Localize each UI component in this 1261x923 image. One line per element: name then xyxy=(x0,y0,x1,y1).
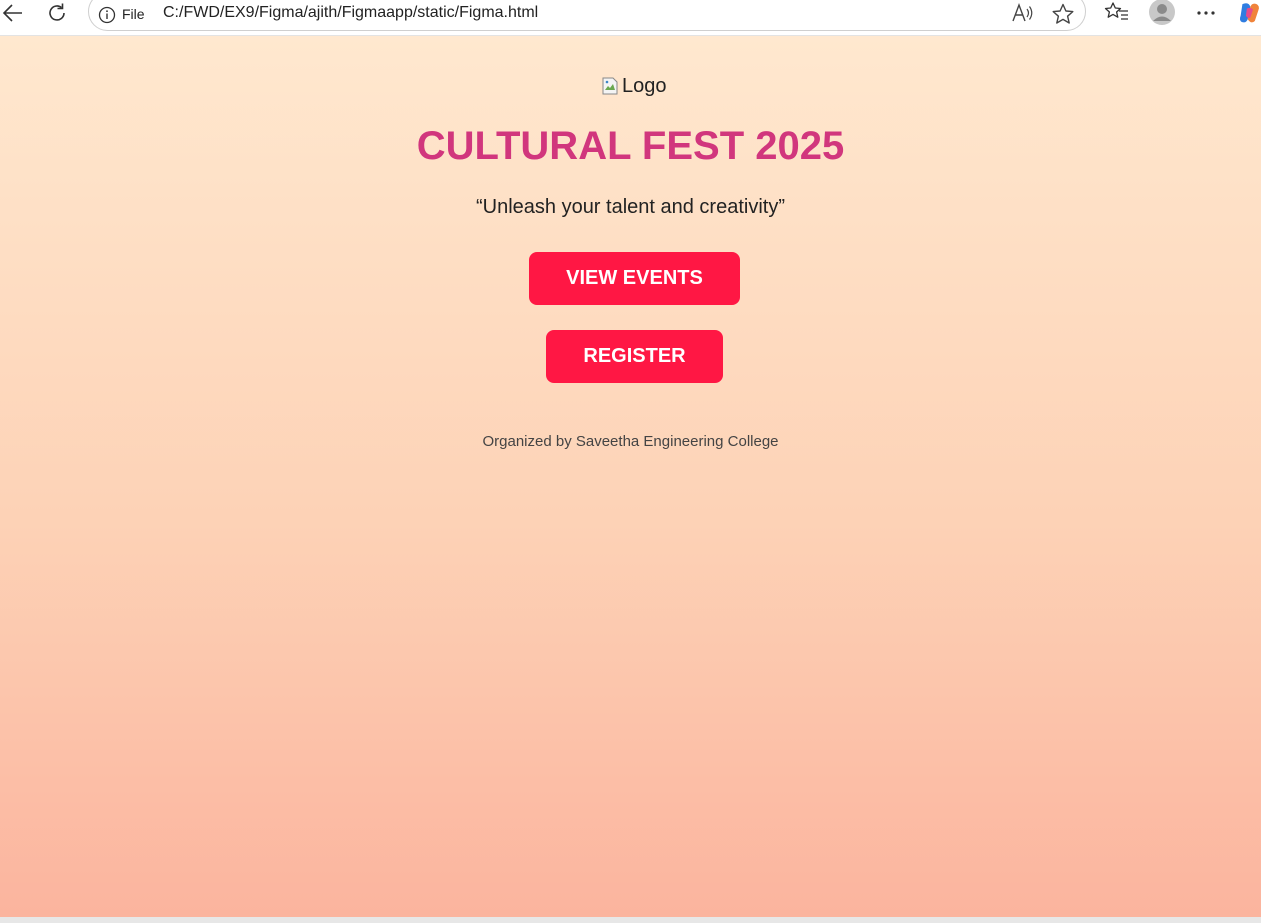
view-events-button[interactable]: VIEW EVENTS xyxy=(529,252,740,305)
landing-page: Logo CULTURAL FEST 2025 “Unleash your ta… xyxy=(0,36,1261,917)
back-icon[interactable] xyxy=(0,0,26,26)
tagline: “Unleash your talent and creativity” xyxy=(475,196,786,218)
organizer-text: Organized by Saveetha Engineering Colleg… xyxy=(482,433,779,450)
reload-icon[interactable] xyxy=(44,0,70,26)
url-text[interactable]: C:/FWD/EX9/Figma/ajith/Figmaapp/static/F… xyxy=(163,3,538,23)
register-button[interactable]: REGISTER xyxy=(546,330,723,383)
page-title: CULTURAL FEST 2025 xyxy=(416,124,845,168)
logo-alt-text: Logo xyxy=(622,74,667,97)
file-scheme-label: File xyxy=(122,6,145,22)
favorite-icon[interactable] xyxy=(1051,3,1075,25)
info-icon[interactable] xyxy=(98,6,116,24)
bottom-edge xyxy=(0,917,1261,923)
address-bar[interactable]: File C:/FWD/EX9/Figma/ajith/Figmaapp/sta… xyxy=(88,0,1086,31)
copilot-icon[interactable] xyxy=(1238,0,1261,26)
more-options-icon[interactable] xyxy=(1193,0,1219,26)
logo-image: Logo xyxy=(602,74,667,98)
read-aloud-icon[interactable] xyxy=(1011,3,1035,23)
browser-toolbar: File C:/FWD/EX9/Figma/ajith/Figmaapp/sta… xyxy=(0,0,1261,36)
favorites-list-icon[interactable] xyxy=(1104,0,1130,26)
profile-avatar[interactable] xyxy=(1148,0,1176,26)
broken-image-icon xyxy=(602,77,618,95)
